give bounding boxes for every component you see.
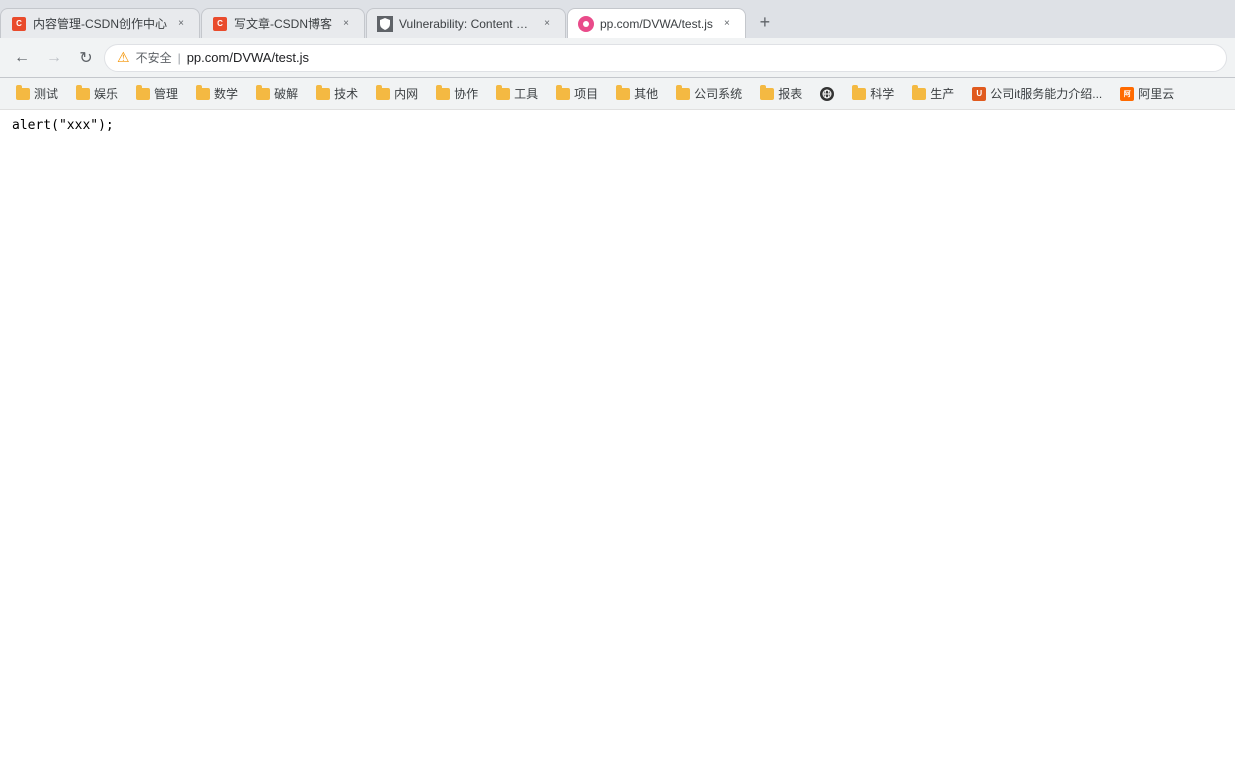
bookmark-math[interactable]: 数学 <box>188 81 246 106</box>
back-button[interactable]: ← <box>8 44 36 72</box>
tab-title-vulnerability: Vulnerability: Content Security... <box>399 17 533 31</box>
url-separator: | <box>178 51 181 65</box>
forward-button[interactable]: → <box>40 44 68 72</box>
tab-close-csdn-write[interactable]: × <box>338 16 354 32</box>
folder-icon-report <box>760 88 774 100</box>
folder-icon-other <box>616 88 630 100</box>
folder-icon-test <box>16 88 30 100</box>
tab-close-dvwa[interactable]: × <box>719 16 735 32</box>
tab-vulnerability[interactable]: Vulnerability: Content Security... × <box>366 8 566 38</box>
tab-csdn-write[interactable]: C 写文章-CSDN博客 × <box>201 8 365 38</box>
folder-icon-intranet <box>376 88 390 100</box>
bookmark-other[interactable]: 其他 <box>608 81 666 106</box>
tab-favicon-dvwa <box>578 16 594 32</box>
folder-icon-math <box>196 88 210 100</box>
browser-chrome: C 内容管理-CSDN创作中心 × C 写文章-CSDN博客 × Vulnera… <box>0 0 1235 110</box>
bookmark-production[interactable]: 生产 <box>904 81 962 106</box>
folder-icon-collab <box>436 88 450 100</box>
tab-favicon-csdn-write: C <box>212 16 228 32</box>
folder-icon-entertainment <box>76 88 90 100</box>
new-tab-button[interactable]: + <box>751 8 779 36</box>
page-content: alert("xxx"); <box>0 110 1235 759</box>
bookmark-label-company-sys: 公司系统 <box>694 85 742 102</box>
bookmark-label-intranet: 内网 <box>394 85 418 102</box>
folder-icon-project <box>556 88 570 100</box>
tab-title-dvwa: pp.com/DVWA/test.js <box>600 17 713 31</box>
url-text: pp.com/DVWA/test.js <box>187 50 309 65</box>
warning-icon: ⚠ <box>117 49 130 66</box>
bookmark-manage[interactable]: 管理 <box>128 81 186 106</box>
bookmark-label-math: 数学 <box>214 85 238 102</box>
bookmark-science2[interactable]: 科学 <box>844 81 902 106</box>
tab-dvwa[interactable]: pp.com/DVWA/test.js × <box>567 8 746 38</box>
bookmark-label-test: 测试 <box>34 85 58 102</box>
bookmark-label-company-it: 公司it服务能力介绍... <box>990 85 1102 102</box>
insecure-label: 不安全 <box>136 49 172 66</box>
dvwa-icon <box>578 16 594 32</box>
tab-favicon-vulnerability <box>377 16 393 32</box>
csdn-icon-company: U <box>972 87 986 101</box>
folder-icon-science2 <box>852 88 866 100</box>
bookmark-company-it[interactable]: U 公司it服务能力介绍... <box>964 81 1110 106</box>
bookmark-test[interactable]: 测试 <box>8 81 66 106</box>
bookmark-label-project: 项目 <box>574 85 598 102</box>
nav-bar: ← → ↻ ⚠ 不安全 | pp.com/DVWA/test.js <box>0 38 1235 78</box>
tab-title-csdn-write: 写文章-CSDN博客 <box>234 15 332 32</box>
bookmark-label-collab: 协作 <box>454 85 478 102</box>
bookmark-report[interactable]: 报表 <box>752 81 810 106</box>
tab-csdn-content[interactable]: C 内容管理-CSDN创作中心 × <box>0 8 200 38</box>
bookmark-crack[interactable]: 破解 <box>248 81 306 106</box>
bookmark-tech[interactable]: 技术 <box>308 81 366 106</box>
page-code-content: alert("xxx"); <box>12 118 114 133</box>
bookmark-label-science2: 科学 <box>870 85 894 102</box>
folder-icon-production <box>912 88 926 100</box>
aliyun-icon: 阿 <box>1120 87 1134 101</box>
folder-icon-tools <box>496 88 510 100</box>
bookmark-project[interactable]: 项目 <box>548 81 606 106</box>
tab-close-csdn-content[interactable]: × <box>173 16 189 32</box>
bookmark-company-sys[interactable]: 公司系统 <box>668 81 750 106</box>
bookmark-label-tools: 工具 <box>514 85 538 102</box>
bookmark-globe-science[interactable] <box>812 83 842 105</box>
folder-icon-company-sys <box>676 88 690 100</box>
bookmark-tools[interactable]: 工具 <box>488 81 546 106</box>
bookmark-label-crack: 破解 <box>274 85 298 102</box>
bookmark-label-production: 生产 <box>930 85 954 102</box>
bookmark-label-tech: 技术 <box>334 85 358 102</box>
bookmark-label-aliyun: 阿里云 <box>1138 85 1174 102</box>
csdn-icon: C <box>12 17 26 31</box>
bookmark-label-other: 其他 <box>634 85 658 102</box>
bookmark-label-report: 报表 <box>778 85 802 102</box>
bookmark-collab[interactable]: 协作 <box>428 81 486 106</box>
bookmark-entertainment[interactable]: 娱乐 <box>68 81 126 106</box>
bookmark-aliyun[interactable]: 阿 阿里云 <box>1112 81 1182 106</box>
csdn-icon-write: C <box>213 17 227 31</box>
address-bar[interactable]: ⚠ 不安全 | pp.com/DVWA/test.js <box>104 44 1227 72</box>
bookmark-label-manage: 管理 <box>154 85 178 102</box>
tab-title-csdn-content: 内容管理-CSDN创作中心 <box>33 15 167 32</box>
globe-icon <box>820 87 834 101</box>
folder-icon-manage <box>136 88 150 100</box>
shield-icon <box>377 16 393 32</box>
folder-icon-crack <box>256 88 270 100</box>
bookmark-label-entertainment: 娱乐 <box>94 85 118 102</box>
bookmark-intranet[interactable]: 内网 <box>368 81 426 106</box>
tab-bar: C 内容管理-CSDN创作中心 × C 写文章-CSDN博客 × Vulnera… <box>0 0 1235 38</box>
reload-button[interactable]: ↻ <box>72 44 100 72</box>
tab-favicon-csdn-content: C <box>11 16 27 32</box>
tab-close-vulnerability[interactable]: × <box>539 16 555 32</box>
bookmarks-bar: 测试 娱乐 管理 数学 破解 技术 内网 协作 <box>0 78 1235 110</box>
folder-icon-tech <box>316 88 330 100</box>
